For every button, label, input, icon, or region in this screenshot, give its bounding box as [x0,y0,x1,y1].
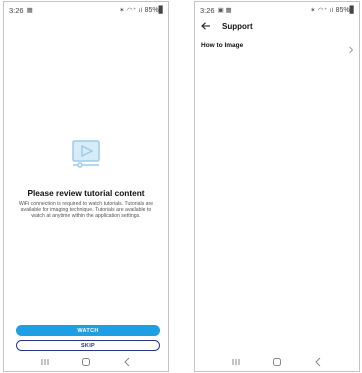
home-icon[interactable] [270,356,284,368]
tutorial-description: WiFi connection is required to watch tut… [18,201,154,219]
status-bar: 3:26 ▣ ▦ ✶ ◠⁺ ıl 85%▊ [195,2,359,18]
play-video-icon [70,138,102,170]
watch-button[interactable]: WATCH [16,325,160,336]
back-arrow-icon[interactable] [201,21,213,31]
list-item-label: How to Image [201,41,244,49]
signal-icons: ✶ ◠⁺ ıl [119,7,143,14]
tutorial-title: Please review tutorial content [27,188,145,198]
gallery-notification-icon: ▦ [26,7,33,14]
notification-icons: ▣ ▦ [217,7,232,14]
home-icon[interactable] [79,356,93,368]
back-icon[interactable] [120,356,134,368]
navigation-bar [4,353,168,371]
list-item-how-to-image[interactable]: How to Image [195,38,359,54]
skip-button[interactable]: SKIP [16,340,160,351]
phone-screen-tutorial: 3:26 ▦ ✶ ◠⁺ ıl 85%▊ Please review tutori… [3,1,169,372]
battery-level: 85%▊ [335,7,355,14]
recent-apps-icon[interactable] [229,356,243,368]
battery-level: 85%▊ [144,7,164,14]
back-icon[interactable] [311,356,325,368]
status-bar: 3:26 ▦ ✶ ◠⁺ ıl 85%▊ [4,2,168,18]
status-time: 3:26 [9,5,24,15]
page-title: Support [222,21,253,31]
chevron-right-icon [348,41,354,54]
phone-screen-support: 3:26 ▣ ▦ ✶ ◠⁺ ıl 85%▊ Support How to Ima… [194,1,360,372]
status-time: 3:26 [200,5,215,15]
app-bar: Support [195,18,359,34]
navigation-bar [195,353,359,371]
recent-apps-icon[interactable] [38,356,52,368]
signal-icons: ✶ ◠⁺ ıl [310,7,334,14]
